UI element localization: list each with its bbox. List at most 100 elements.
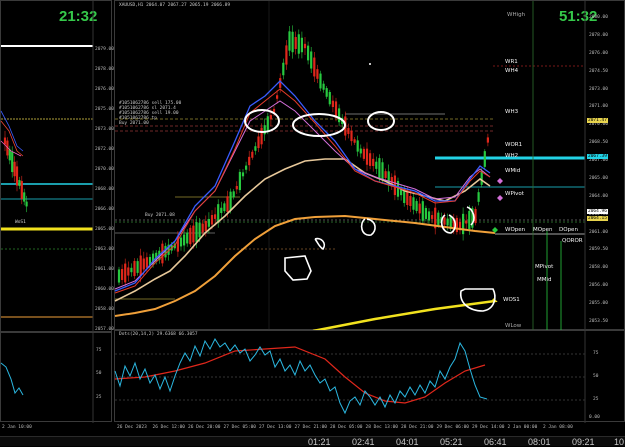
left-price-tick: 2076.00 (95, 87, 114, 92)
ma-pink (114, 100, 491, 290)
main-chart-panel[interactable]: XAUUSD,H1 2064.07 2067.27 2065.19 2066.8… (114, 0, 625, 333)
pivot-label-dopen: DOpen (559, 227, 578, 233)
time-tick: 27 Dec 05:00 (223, 425, 257, 430)
candle-body (356, 140, 359, 152)
time-tick: 2 Jan 00:00 (507, 425, 538, 430)
candle-body (189, 227, 192, 245)
time-tick: 29 Dec 06:00 (436, 425, 470, 430)
candle-body (443, 217, 446, 225)
price-tick: 2055.00 (589, 301, 608, 307)
candle-body (369, 153, 372, 166)
candle-body (365, 148, 369, 165)
candle-body (204, 220, 207, 232)
candle-body (186, 232, 189, 244)
price-tag: 2067.39 (587, 154, 608, 159)
candle-body (266, 116, 269, 131)
price-tick: 2080.00 (589, 15, 608, 20)
ma-red (114, 88, 491, 294)
osc-tick: 75 (593, 351, 599, 356)
pivot-label-wlow: WLow (505, 323, 522, 329)
candle-body (121, 269, 124, 280)
time-tick: 27 Dec 21:00 (294, 425, 328, 430)
price-tick: 2068.50 (589, 140, 608, 146)
candle-body (179, 237, 183, 247)
main-oscillator-panel: Dots(20,14,2) 29.6368 66.3057 75 50 25 0… (114, 330, 625, 423)
left-marker-wos1: WoS1 (15, 220, 26, 225)
left-price-tick: 2065.00 (95, 227, 114, 232)
osc-blue-line (114, 337, 488, 415)
candle-body (421, 201, 424, 221)
candle-body (415, 201, 418, 211)
candle-body (235, 185, 238, 190)
pivot-label-mpivot: MPivot (535, 264, 554, 270)
candle-body (195, 222, 198, 242)
left-price-tick: 2073.00 (95, 127, 114, 132)
candle-body (142, 258, 145, 270)
candle-body (477, 192, 480, 202)
candle-body (294, 37, 297, 49)
candle-body (300, 37, 303, 53)
candle-body (251, 151, 254, 158)
candle-body (279, 78, 282, 88)
pivot-label-wopen: WOpen (505, 227, 526, 233)
left-chart-panel[interactable]: 21:32 2079.00 2078.00 2076.00 2075.00 2073.0… (0, 0, 114, 333)
candle-body (23, 192, 26, 202)
candle-body (133, 260, 136, 277)
candle-body (446, 218, 449, 226)
candle-body (13, 161, 16, 177)
candle-body (276, 95, 279, 99)
candle-body (331, 100, 334, 108)
left-price-tick: 2079.00 (95, 47, 114, 52)
price-tag: 2064.96 (587, 209, 608, 214)
left-price-tick: 2075.00 (95, 107, 114, 112)
osc-tick: 50 (593, 374, 599, 379)
candle-body (229, 191, 232, 211)
candle-body (18, 180, 21, 186)
left-price-tick: 2066.00 (95, 207, 114, 212)
pivot-label-wh4: WH4 (505, 68, 519, 74)
price-tick: 2059.50 (589, 247, 608, 253)
candle-body (465, 220, 468, 224)
left-osc-tick: 25 (96, 395, 102, 400)
ma-yellow-slow (312, 298, 498, 333)
ma-orange (114, 214, 496, 317)
candle-body (319, 73, 322, 89)
candle-body (214, 214, 217, 219)
candle-body (362, 148, 365, 159)
candle-body (406, 191, 409, 206)
candle-body (412, 197, 415, 210)
candle-body (117, 269, 121, 283)
candle-body (288, 31, 291, 51)
candle-body (124, 263, 127, 283)
candle-body (254, 146, 257, 151)
left-oscillator-panel: 75 50 25 (0, 332, 112, 423)
candle-body (183, 234, 186, 246)
candle-body (480, 171, 483, 185)
candle-body (359, 148, 362, 154)
candle-body (372, 158, 375, 167)
candle-body (409, 195, 412, 207)
left-price-tick: 2060.00 (95, 287, 114, 292)
candle-body (8, 149, 11, 161)
price-tick: 2070.00 (589, 122, 608, 128)
candle-body (226, 196, 229, 212)
pivot-label-mmid: MMid (537, 277, 552, 283)
candle-body (424, 208, 427, 219)
candle-body (241, 172, 245, 177)
candle-body (285, 45, 288, 65)
candle-body (232, 191, 235, 198)
candle-body (347, 128, 350, 134)
candle-body (486, 137, 489, 143)
candle-body (338, 108, 341, 123)
main-osc-svg (114, 331, 586, 423)
candle-body (313, 57, 316, 77)
candle-body (210, 215, 214, 225)
candle-body (310, 51, 313, 69)
time-tick: 28 Dec 21:00 (401, 425, 434, 430)
price-tick: 2076.00 (589, 50, 608, 56)
pivot-label-wh2: WH2 (505, 153, 519, 159)
bottom-timeline-bar: 01:21 02:41 04:01 05:21 06:41 08:01 09:2… (0, 436, 625, 447)
candle-body (15, 166, 19, 186)
left-price-tick: 2058.00 (95, 307, 114, 312)
left-osc-svg (0, 333, 94, 423)
